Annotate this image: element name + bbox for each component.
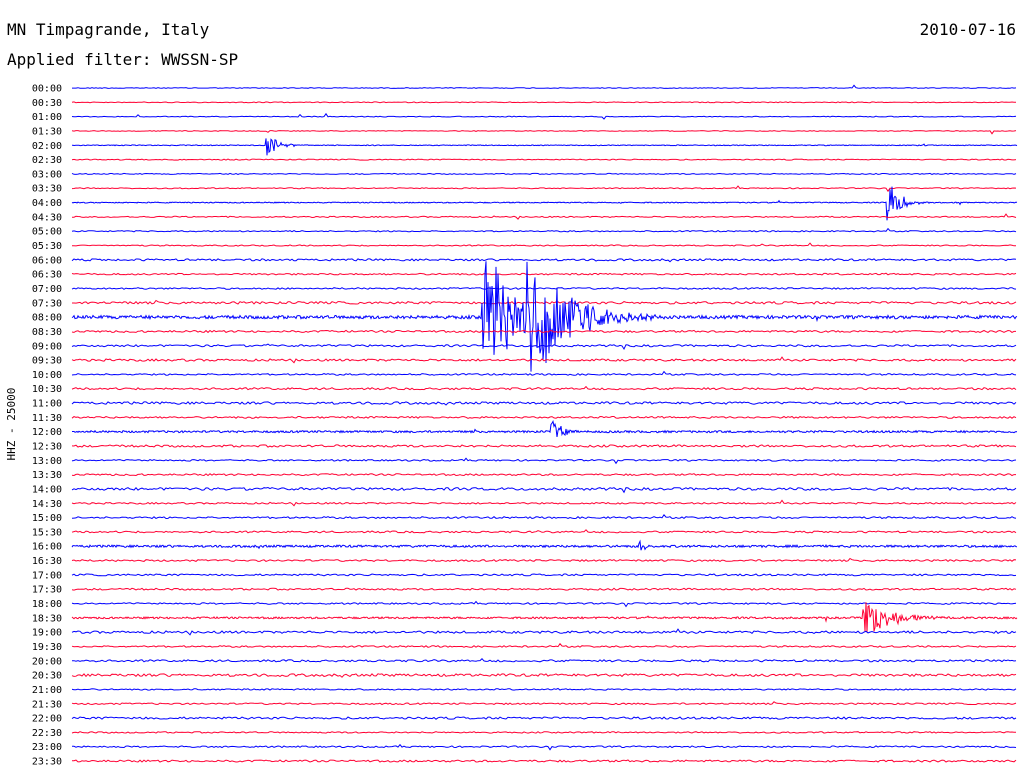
time-label: 18:00 — [32, 599, 62, 610]
time-label: 05:00 — [32, 227, 62, 238]
trace-line — [71, 158, 1017, 161]
trace-line — [71, 272, 1017, 276]
trace-line — [71, 385, 1017, 391]
time-label: 17:30 — [32, 585, 62, 596]
trace-line — [71, 258, 1017, 263]
time-label: 19:00 — [32, 628, 62, 639]
time-label: 20:30 — [32, 671, 62, 682]
trace-line — [71, 172, 1017, 175]
time-label: 18:30 — [32, 613, 62, 624]
time-label: 13:00 — [32, 456, 62, 467]
trace-line — [72, 138, 1018, 156]
time-label: 10:00 — [32, 370, 62, 381]
time-label: 21:00 — [32, 685, 62, 696]
trace-group — [71, 84, 1018, 763]
time-label: 23:30 — [32, 757, 62, 768]
trace-line — [71, 185, 1017, 193]
time-label: 14:30 — [32, 499, 62, 510]
helicorder-page: MN Timpagrande, Italy 2010-07-16 Applied… — [0, 0, 1024, 780]
trace-line — [72, 299, 1017, 305]
time-label: 08:00 — [32, 313, 62, 324]
trace-line — [71, 513, 1017, 520]
trace-line — [71, 716, 1017, 720]
time-label: 17:00 — [32, 570, 62, 581]
time-label: 09:00 — [32, 341, 62, 352]
time-label: 10:30 — [32, 384, 62, 395]
trace-line — [71, 186, 1018, 221]
trace-line — [71, 227, 1017, 233]
time-label: 01:30 — [32, 126, 62, 137]
time-label: 22:00 — [32, 714, 62, 725]
trace-line — [71, 602, 1018, 633]
time-label: 08:30 — [32, 327, 62, 338]
trace-line — [72, 213, 1017, 220]
trace-line — [71, 499, 1017, 507]
trace-line — [71, 370, 1017, 376]
time-label: 19:30 — [32, 642, 62, 653]
time-label: 21:30 — [32, 699, 62, 710]
trace-line — [71, 473, 1016, 477]
trace-line — [71, 529, 1017, 534]
trace-line — [71, 486, 1017, 494]
time-label: 16:30 — [32, 556, 62, 567]
time-label: 16:00 — [32, 542, 62, 553]
time-label: 06:00 — [32, 255, 62, 266]
trace-line — [71, 701, 1017, 706]
time-label: 04:00 — [32, 198, 62, 209]
time-label: 04:30 — [32, 212, 62, 223]
trace-line — [71, 444, 1017, 448]
trace-line — [71, 356, 1017, 364]
time-label: 15:00 — [32, 513, 62, 524]
trace-line — [72, 657, 1017, 663]
trace-line — [71, 401, 1017, 406]
trace-line — [71, 130, 1017, 135]
trace-line — [71, 287, 1017, 290]
time-label: 03:30 — [32, 184, 62, 195]
time-label: 12:30 — [32, 442, 62, 453]
time-label: 07:00 — [32, 284, 62, 295]
trace-line — [72, 242, 1017, 247]
trace-line — [71, 415, 1017, 419]
time-label: 06:30 — [32, 270, 62, 281]
time-label: 11:00 — [32, 399, 62, 410]
time-label: 02:00 — [32, 141, 62, 152]
trace-line — [71, 759, 1017, 763]
trace-line — [71, 457, 1017, 465]
trace-line — [71, 743, 1017, 751]
trace-line — [71, 101, 1016, 104]
time-label: 11:30 — [32, 413, 62, 424]
time-label: 05:30 — [32, 241, 62, 252]
trace-line — [71, 600, 1017, 608]
trace-line — [71, 731, 1016, 734]
trace-line — [71, 687, 1017, 691]
time-label-group: 00:00 00:30 01:00 01:30 02:00 02:30 03:00 03:30… — [32, 84, 62, 768]
time-label: 09:30 — [32, 356, 62, 367]
trace-line — [71, 573, 1017, 577]
channel-label: HHZ - 25000 — [5, 387, 18, 461]
time-label: 15:30 — [32, 527, 62, 538]
time-label: 12:00 — [32, 427, 62, 438]
trace-line — [71, 261, 1018, 372]
time-label: 00:30 — [32, 98, 62, 109]
time-label: 03:00 — [32, 169, 62, 180]
time-label: 13:30 — [32, 470, 62, 481]
time-label: 20:00 — [32, 656, 62, 667]
trace-line — [71, 587, 1017, 591]
trace-line — [71, 642, 1017, 648]
time-label: 14:00 — [32, 484, 62, 495]
time-label: 07:30 — [32, 298, 62, 309]
trace-line — [72, 419, 1018, 437]
trace-line — [72, 84, 1017, 89]
time-label: 23:00 — [32, 742, 62, 753]
time-label: 01:00 — [32, 112, 62, 123]
time-label: 02:30 — [32, 155, 62, 166]
trace-line — [71, 112, 1017, 120]
seismogram-plot: 00:00 00:30 01:00 01:30 02:00 02:30 03:00 03:30… — [32, 84, 1018, 768]
trace-line — [71, 539, 1018, 551]
time-label: 00:00 — [32, 84, 62, 95]
trace-line — [71, 557, 1017, 563]
trace-line — [71, 673, 1017, 678]
time-label: 22:30 — [32, 728, 62, 739]
